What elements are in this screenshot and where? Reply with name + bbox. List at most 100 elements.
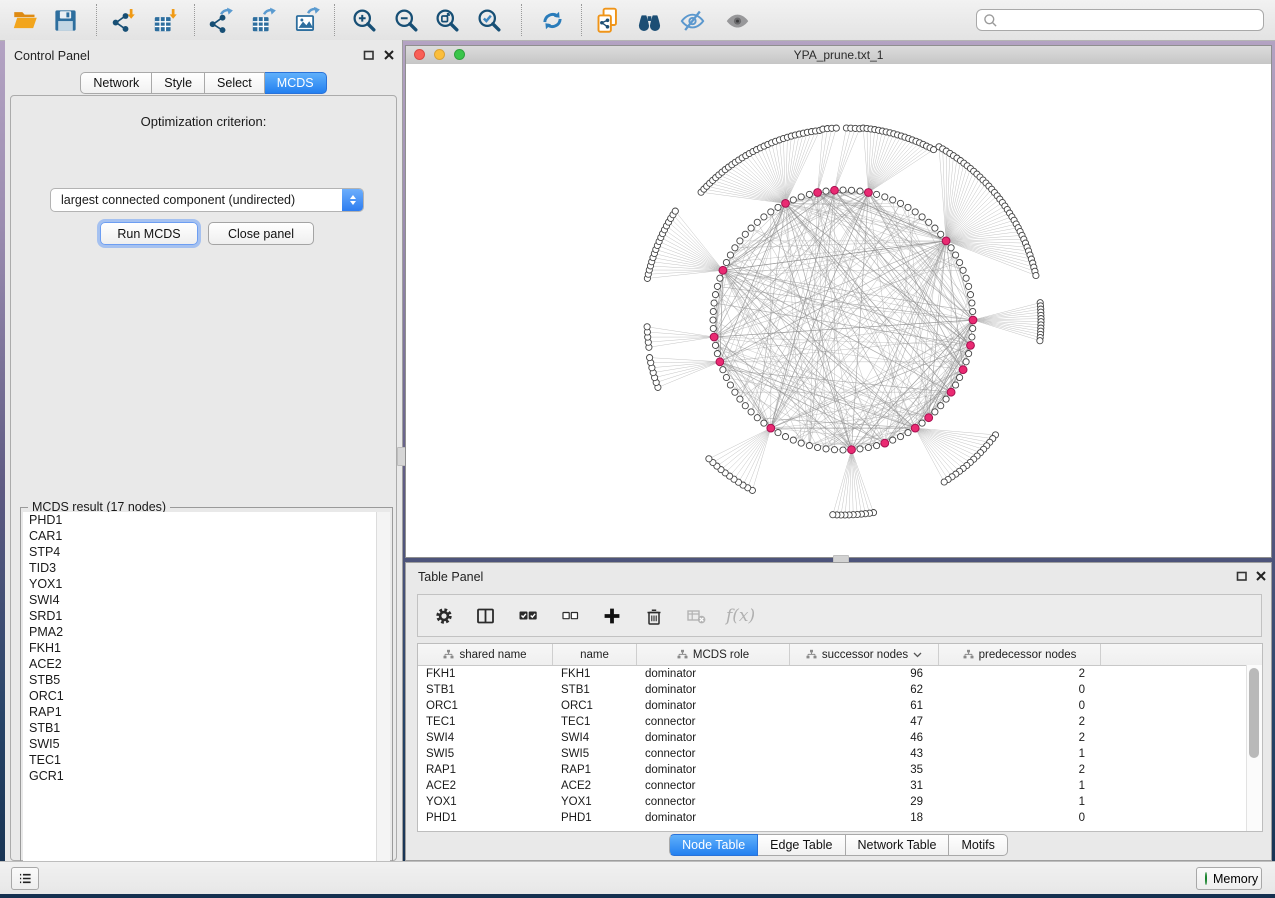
tab-network-table[interactable]: Network Table: [846, 834, 950, 856]
table-cell: 2: [939, 714, 1101, 730]
network-canvas[interactable]: .ei{stroke:#9b9b9b;stroke-width:.55;opac…: [406, 64, 1271, 557]
float-table-panel-icon[interactable]: [1234, 569, 1250, 585]
mcds-result-item[interactable]: SWI4: [23, 592, 376, 608]
criterion-value: largest connected component (undirected): [51, 193, 342, 207]
delete-column-icon[interactable]: [642, 604, 666, 628]
table-row[interactable]: YOX1YOX1connector291: [418, 794, 1262, 810]
table-row[interactable]: SWI5SWI5connector431: [418, 746, 1262, 762]
refresh-layout-icon[interactable]: [535, 5, 569, 35]
table-row[interactable]: TEC1TEC1connector472: [418, 714, 1262, 730]
mcds-result-item[interactable]: TEC1: [23, 752, 376, 768]
table-cell: dominator: [637, 698, 790, 714]
search-box: [976, 9, 1264, 31]
run-mcds-button[interactable]: Run MCDS: [100, 222, 198, 245]
add-column-icon[interactable]: [600, 604, 624, 628]
table-row[interactable]: ORC1ORC1dominator610: [418, 698, 1262, 714]
mcds-result-group: MCDS result (17 nodes) PHD1CAR1STP4TID3Y…: [20, 507, 393, 881]
mcds-result-item[interactable]: STB1: [23, 720, 376, 736]
table-row[interactable]: SWI4SWI4dominator462: [418, 730, 1262, 746]
network-graph[interactable]: .ei{stroke:#9b9b9b;stroke-width:.55;opac…: [406, 64, 1271, 557]
tab-network[interactable]: Network: [80, 72, 152, 94]
table-cell: 0: [939, 682, 1101, 698]
criterion-dropdown[interactable]: largest connected component (undirected): [50, 188, 364, 212]
gear-icon[interactable]: [432, 604, 456, 628]
tab-mcds[interactable]: MCDS: [265, 72, 327, 94]
import-network-icon[interactable]: [106, 5, 140, 35]
table-cell: PHD1: [418, 810, 553, 826]
zoom-fit-icon[interactable]: [430, 5, 464, 35]
export-image-icon[interactable]: [290, 5, 324, 35]
mcds-result-item[interactable]: TID3: [23, 560, 376, 576]
unselect-all-icon[interactable]: [558, 604, 582, 628]
table-row[interactable]: ACE2ACE2connector311: [418, 778, 1262, 794]
close-panel-button[interactable]: Close panel: [208, 222, 314, 245]
table-cell: SWI5: [553, 746, 637, 762]
table-row[interactable]: RAP1RAP1dominator352: [418, 762, 1262, 778]
mcds-result-item[interactable]: STB5: [23, 672, 376, 688]
close-panel-icon[interactable]: [381, 48, 397, 64]
shared-column-icon: [963, 649, 974, 660]
mcds-result-item[interactable]: PMA2: [23, 624, 376, 640]
save-session-icon[interactable]: [48, 5, 82, 35]
binoculars-icon[interactable]: [632, 5, 666, 35]
mcds-result-item[interactable]: RAP1: [23, 704, 376, 720]
column-header-shared-name[interactable]: shared name: [418, 644, 553, 665]
export-network-icon[interactable]: [203, 5, 237, 35]
float-panel-icon[interactable]: [361, 48, 377, 64]
export-table-icon[interactable]: [246, 5, 280, 35]
column-header-predecessor-nodes[interactable]: predecessor nodes: [939, 644, 1101, 665]
mcds-result-item[interactable]: CAR1: [23, 528, 376, 544]
table-header-row: shared namename MCDS role successor nodesp…: [418, 644, 1262, 666]
main-toolbar: [0, 0, 1275, 41]
open-file-icon[interactable]: [8, 5, 42, 35]
table-scrollbar[interactable]: [1246, 665, 1262, 831]
mcds-result-item[interactable]: SWI5: [23, 736, 376, 752]
tab-edge-table[interactable]: Edge Table: [758, 834, 845, 856]
zoom-out-icon[interactable]: [389, 5, 423, 35]
show-columns-icon[interactable]: [474, 604, 498, 628]
mcds-tab-content: Optimization criterion: largest connecte…: [10, 95, 397, 861]
column-header-name[interactable]: name: [553, 644, 637, 665]
table-cell: connector: [637, 746, 790, 762]
mcds-result-item[interactable]: PHD1: [23, 512, 376, 528]
mcds-result-item[interactable]: ACE2: [23, 656, 376, 672]
show-eye-icon[interactable]: [720, 5, 754, 35]
search-input[interactable]: [998, 12, 1257, 28]
select-all-icon[interactable]: [516, 604, 540, 628]
function-builder-icon-disabled: f(x): [726, 606, 755, 626]
result-scrollbar[interactable]: [377, 512, 390, 878]
mcds-result-item[interactable]: STP4: [23, 544, 376, 560]
mcds-result-item[interactable]: FKH1: [23, 640, 376, 656]
zoom-in-icon[interactable]: [347, 5, 381, 35]
network-window-titlebar: YPA_prune.txt_1: [406, 46, 1271, 65]
column-header-mcds-role[interactable]: MCDS role: [637, 644, 790, 665]
close-table-panel-icon[interactable]: [1253, 569, 1269, 585]
table-scrollbar-thumb[interactable]: [1249, 668, 1259, 758]
control-panel: Control Panel NetworkStyleSelectMCDS Opt…: [5, 40, 403, 861]
table-cell: TEC1: [418, 714, 553, 730]
mcds-result-item[interactable]: YOX1: [23, 576, 376, 592]
tab-select[interactable]: Select: [205, 72, 265, 94]
tab-style[interactable]: Style: [152, 72, 205, 94]
table-cell: RAP1: [418, 762, 553, 778]
table-row[interactable]: STB1STB1dominator620: [418, 682, 1262, 698]
column-header-label: MCDS role: [693, 649, 749, 661]
clone-network-icon[interactable]: [590, 5, 624, 35]
table-cell: 61: [790, 698, 939, 714]
hide-eye-icon[interactable]: [675, 5, 709, 35]
mcds-result-item[interactable]: ORC1: [23, 688, 376, 704]
table-row[interactable]: FKH1FKH1dominator962: [418, 666, 1262, 682]
column-header-successor-nodes[interactable]: successor nodes: [790, 644, 939, 665]
mcds-result-item[interactable]: GCR1: [23, 768, 376, 784]
table-row[interactable]: PHD1PHD1dominator180: [418, 810, 1262, 826]
mcds-result-item[interactable]: SRD1: [23, 608, 376, 624]
zoom-selected-icon[interactable]: [472, 5, 506, 35]
tab-node-table[interactable]: Node Table: [669, 834, 758, 856]
mcds-result-list[interactable]: PHD1CAR1STP4TID3YOX1SWI4SRD1PMA2FKH1ACE2…: [23, 512, 377, 878]
table-cell: connector: [637, 714, 790, 730]
table-cell: 1: [939, 794, 1101, 810]
import-table-icon[interactable]: [148, 5, 182, 35]
tab-motifs[interactable]: Motifs: [949, 834, 1007, 856]
memory-button[interactable]: Memory: [1196, 867, 1262, 890]
task-history-icon[interactable]: [11, 867, 39, 890]
